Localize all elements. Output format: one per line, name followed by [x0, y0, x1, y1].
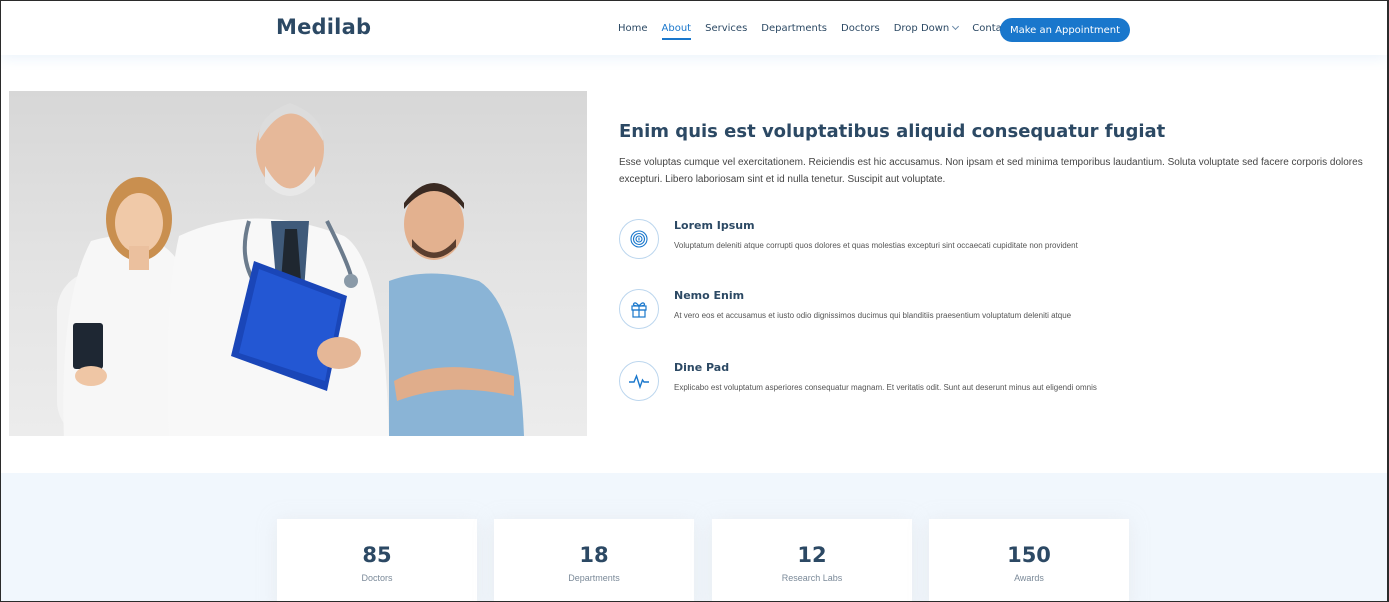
- feature-description: At vero eos et accusamus et iusto odio d…: [674, 311, 1072, 320]
- count-label: Awards: [1014, 573, 1044, 583]
- female-doctor-figure: [57, 177, 187, 436]
- count-card: 85 Doctors: [277, 519, 477, 601]
- main-nav: Home About Services Departments Doctors …: [618, 1, 1025, 55]
- male-nurse-figure: [389, 183, 524, 436]
- chevron-down-icon: [952, 22, 960, 30]
- nav-departments[interactable]: Departments: [761, 19, 827, 38]
- count-number: 85: [362, 543, 392, 567]
- make-appointment-button[interactable]: Make an Appointment: [1000, 18, 1130, 42]
- feature-description: Explicabo est voluptatum asperiores cons…: [674, 383, 1097, 392]
- count-number: 12: [797, 543, 827, 567]
- count-card: 18 Departments: [494, 519, 694, 601]
- count-label: Doctors: [361, 573, 393, 583]
- count-label: Research Labs: [781, 573, 843, 583]
- nav-about[interactable]: About: [661, 19, 691, 40]
- site-header: Medilab Home About Services Departments …: [1, 1, 1387, 55]
- count-number: 18: [579, 543, 609, 567]
- count-label: Departments: [568, 573, 620, 583]
- counts-section: [1, 473, 1387, 601]
- doctors-photo: [9, 91, 587, 436]
- senior-doctor-figure: [167, 103, 389, 436]
- site-logo[interactable]: Medilab: [276, 15, 371, 39]
- count-card: 12 Research Labs: [712, 519, 912, 601]
- feature-item: Lorem Ipsum Voluptatum deleniti atque co…: [619, 219, 1364, 263]
- nav-services[interactable]: Services: [705, 19, 747, 38]
- count-card: 150 Awards: [929, 519, 1129, 601]
- pulse-icon: [619, 361, 659, 401]
- page-frame: Medilab Home About Services Departments …: [0, 0, 1389, 602]
- gift-icon: [619, 289, 659, 329]
- feature-title: Dine Pad: [674, 361, 730, 374]
- nav-dropdown[interactable]: Drop Down: [893, 19, 960, 38]
- feature-item: Nemo Enim At vero eos et accusamus et iu…: [619, 289, 1364, 333]
- about-paragraph: Esse voluptas cumque vel exercitationem.…: [619, 157, 1363, 185]
- nav-home[interactable]: Home: [618, 19, 648, 38]
- nav-dropdown-label: Drop Down: [893, 22, 950, 34]
- nav-doctors[interactable]: Doctors: [841, 19, 880, 38]
- about-title: Enim quis est voluptatibus aliquid conse…: [619, 121, 1166, 142]
- feature-item: Dine Pad Explicabo est voluptatum asperi…: [619, 361, 1364, 405]
- fingerprint-icon: [619, 219, 659, 259]
- count-number: 150: [1007, 543, 1051, 567]
- feature-description: Voluptatum deleniti atque corrupti quos …: [674, 241, 1078, 250]
- feature-title: Nemo Enim: [674, 289, 745, 302]
- feature-title: Lorem Ipsum: [674, 219, 755, 232]
